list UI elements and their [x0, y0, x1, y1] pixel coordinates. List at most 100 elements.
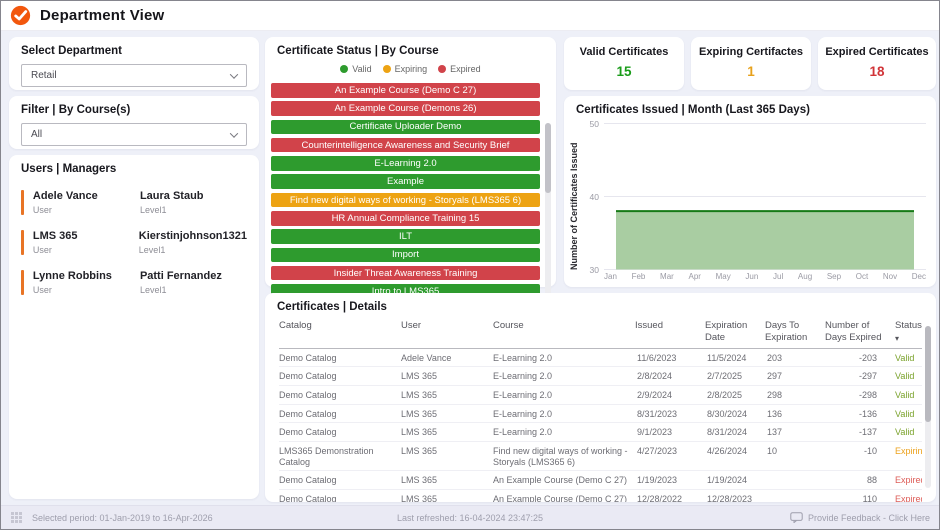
manager-name: Patti Fernandez: [140, 270, 247, 282]
legend-dot-icon: [383, 65, 391, 73]
cell-expiration: 8/31/2024: [705, 427, 763, 438]
department-dropdown-value: Retail: [31, 70, 57, 81]
legend-item[interactable]: Expiring: [383, 64, 428, 74]
department-dropdown[interactable]: Retail: [21, 64, 247, 87]
x-tick-label: Jun: [745, 272, 758, 281]
legend-item[interactable]: Valid: [340, 64, 371, 74]
user-role: User: [33, 245, 139, 255]
y-tick-label: 40: [581, 192, 599, 202]
cell-catalog: Demo Catalog: [279, 494, 399, 502]
cell-catalog: Demo Catalog: [279, 353, 399, 364]
table-row[interactable]: Demo Catalog LMS 365 An Example Course (…: [279, 471, 922, 490]
user-role: User: [33, 205, 140, 215]
cell-user: LMS 365: [401, 390, 491, 401]
cell-issued: 12/28/2022: [635, 494, 703, 502]
table-row[interactable]: Demo Catalog LMS 365 An Example Course (…: [279, 490, 922, 502]
manager-name: Kierstinjohnson1321: [139, 230, 247, 242]
table-row[interactable]: Demo Catalog LMS 365 E-Learning 2.0 9/1/…: [279, 423, 922, 442]
status-legend: Valid Expiring Expired: [265, 64, 556, 74]
scrollbar-thumb[interactable]: [925, 326, 931, 422]
course-status-bar[interactable]: Example: [271, 174, 540, 189]
x-tick-label: Dec: [912, 272, 926, 281]
user-manager-row[interactable]: Lynne Robbins User Patti Fernandez Level…: [21, 270, 247, 295]
users-managers-title: Users | Managers: [9, 155, 259, 175]
x-tick-label: Oct: [856, 272, 868, 281]
table-row[interactable]: Demo Catalog LMS 365 E-Learning 2.0 8/31…: [279, 405, 922, 424]
column-header-issued[interactable]: Issued: [635, 320, 703, 332]
cell-days-to-expiration: 203: [765, 353, 823, 364]
legend-item[interactable]: Expired: [438, 64, 481, 74]
user-name: Adele Vance: [33, 190, 140, 202]
select-department-title: Select Department: [9, 37, 259, 57]
legend-label: Expired: [450, 64, 481, 74]
app-logo-icon: [10, 5, 31, 26]
cell-catalog: Demo Catalog: [279, 427, 399, 438]
cell-issued: 2/9/2024: [635, 390, 703, 401]
feedback-link-label: Provide Feedback - Click Here: [808, 513, 930, 523]
status-sort-icon[interactable]: ▾: [895, 334, 922, 344]
status-header-label: Status: [895, 320, 922, 332]
cell-number-days-expired: -137: [825, 427, 893, 438]
cell-number-days-expired: -203: [825, 353, 893, 364]
certificates-details-card: Certificates | Details Catalog User Cour…: [265, 293, 936, 502]
cell-user: LMS 365: [401, 371, 491, 382]
course-status-bar[interactable]: Import: [271, 248, 540, 263]
course-status-bar[interactable]: ILT: [271, 229, 540, 244]
column-header-number-days-expired[interactable]: Number of Days Expired: [825, 320, 893, 344]
legend-label: Valid: [352, 64, 371, 74]
cell-course: An Example Course (Demo C 27): [493, 494, 633, 502]
cell-user: Adele Vance: [401, 353, 491, 364]
cell-course: E-Learning 2.0: [493, 427, 633, 438]
column-header-expiration-date[interactable]: Expiration Date: [705, 320, 763, 344]
course-status-bar[interactable]: HR Annual Compliance Training 15: [271, 211, 540, 226]
table-row[interactable]: Demo Catalog LMS 365 E-Learning 2.0 2/9/…: [279, 386, 922, 405]
course-status-bar[interactable]: Counterintelligence Awareness and Securi…: [271, 138, 540, 153]
course-filter-dropdown[interactable]: All: [21, 123, 247, 146]
status-scrollbar[interactable]: [545, 123, 551, 315]
course-status-bar[interactable]: Certificate Uploader Demo: [271, 120, 540, 135]
cell-expiration: 2/7/2025: [705, 371, 763, 382]
legend-dot-icon: [438, 65, 446, 73]
cell-catalog: LMS365 Demonstration Catalog: [279, 446, 399, 467]
chart-y-axis-label: Number of Certificates Issued: [569, 124, 579, 270]
user-manager-row[interactable]: LMS 365 User Kierstinjohnson1321 Level1: [21, 230, 247, 255]
manager-name: Laura Staub: [140, 190, 247, 202]
column-header-course[interactable]: Course: [493, 320, 633, 332]
column-header-status[interactable]: Status ▾: [895, 320, 922, 344]
course-status-bar[interactable]: An Example Course (Demons 26): [271, 101, 540, 116]
table-title: Certificates | Details: [265, 293, 936, 313]
course-status-bar[interactable]: E-Learning 2.0: [271, 156, 540, 171]
table-scrollbar[interactable]: [925, 326, 931, 488]
user-role: User: [33, 285, 140, 295]
course-filter-value: All: [31, 129, 42, 140]
y-tick-label: 50: [581, 119, 599, 129]
cell-status: Expired: [895, 475, 922, 486]
column-header-days-to-expiration[interactable]: Days To Expiration: [765, 320, 823, 344]
course-status-bar[interactable]: An Example Course (Demo C 27): [271, 83, 540, 98]
user-manager-row[interactable]: Adele Vance User Laura Staub Level1: [21, 190, 247, 215]
cell-course: E-Learning 2.0: [493, 409, 633, 420]
select-department-card: Select Department Retail: [9, 37, 259, 90]
column-header-user[interactable]: User: [401, 320, 491, 332]
table-row[interactable]: Demo Catalog LMS 365 E-Learning 2.0 2/8/…: [279, 367, 922, 386]
y-tick-label: 30: [581, 265, 599, 275]
course-status-bar[interactable]: Find new digital ways of working - Story…: [271, 193, 540, 208]
table-row[interactable]: Demo Catalog Adele Vance E-Learning 2.0 …: [279, 349, 922, 368]
status-bars: An Example Course (Demo C 27) An Example …: [271, 83, 540, 317]
course-status-bar[interactable]: Insider Threat Awareness Training: [271, 266, 540, 281]
scrollbar-thumb[interactable]: [545, 123, 551, 193]
area-chart-plot[interactable]: [604, 123, 926, 277]
x-tick-label: Apr: [689, 272, 701, 281]
table-row[interactable]: LMS365 Demonstration Catalog LMS 365 Fin…: [279, 442, 922, 471]
certificates-issued-chart-card: Certificates Issued | Month (Last 365 Da…: [564, 96, 936, 287]
cell-expiration: 1/19/2024: [705, 475, 763, 486]
valid-certificates-label: Valid Certificates: [564, 46, 684, 58]
certificate-status-title: Certificate Status | By Course: [265, 37, 556, 57]
feedback-link[interactable]: Provide Feedback - Click Here: [790, 512, 939, 523]
certificate-status-card: Certificate Status | By Course Valid Expi…: [265, 37, 556, 287]
column-header-catalog[interactable]: Catalog: [279, 320, 399, 332]
x-tick-label: Jul: [773, 272, 783, 281]
user-name: Lynne Robbins: [33, 270, 140, 282]
cell-user: LMS 365: [401, 446, 491, 457]
expired-certificates-label: Expired Certificates: [818, 46, 936, 58]
